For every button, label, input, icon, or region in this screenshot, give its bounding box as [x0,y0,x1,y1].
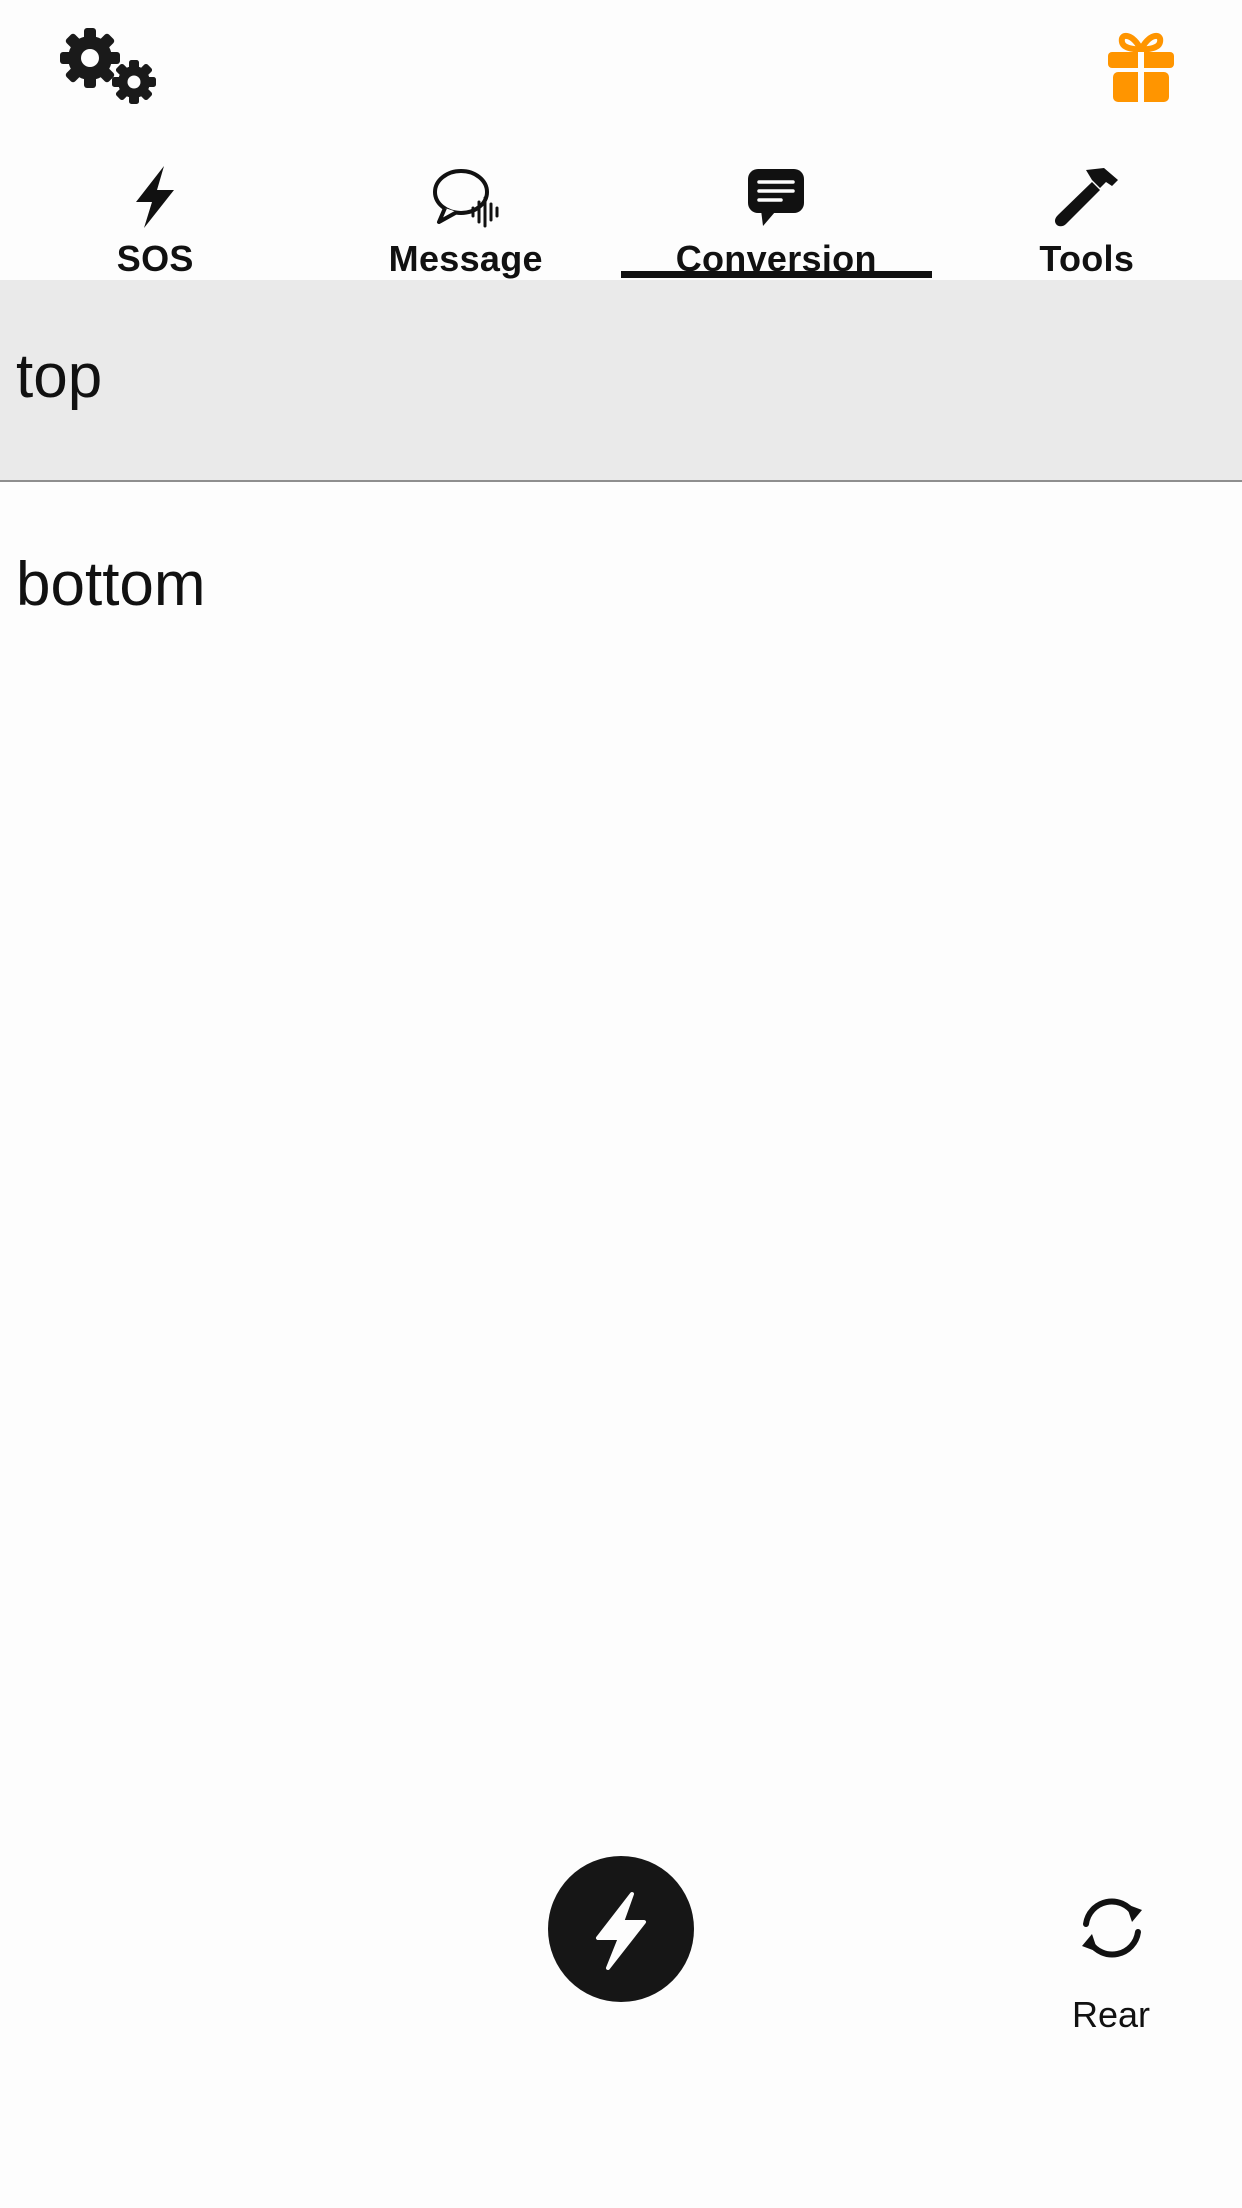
bolt-icon [596,1892,646,1970]
top-text: top [16,342,103,411]
bottom-text: bottom [16,550,206,619]
tab-label: Tools [1039,238,1135,279]
tab-message[interactable]: Message [311,150,622,280]
rear-label: Rear [1071,1994,1151,2035]
tab-label: SOS [116,238,194,279]
tab-tools[interactable]: Tools [932,150,1242,280]
bottom-text-panel[interactable]: bottom [0,482,1242,1772]
top-text-panel[interactable]: top [0,280,1242,482]
hammer-icon [1054,168,1118,227]
rear-camera-button[interactable]: Rear [1050,1890,1172,2040]
gift-icon [1108,32,1174,102]
top-bar [0,0,1242,150]
tab-bar: SOS Message Conversion Tools [0,150,1242,280]
tab-conversion[interactable]: Conversion [621,150,932,280]
active-tab-indicator [621,271,932,278]
speech-bubble-audio-icon [432,169,499,228]
flash-button[interactable] [548,1856,694,2002]
bolt-icon [136,166,175,228]
settings-button[interactable] [58,26,162,106]
chat-text-icon [748,169,805,226]
tab-label: Message [388,238,543,279]
gift-button[interactable] [1106,28,1176,104]
camera-switch-icon [1082,1898,1142,1958]
gears-icon [60,28,156,104]
tab-sos[interactable]: SOS [0,150,311,280]
